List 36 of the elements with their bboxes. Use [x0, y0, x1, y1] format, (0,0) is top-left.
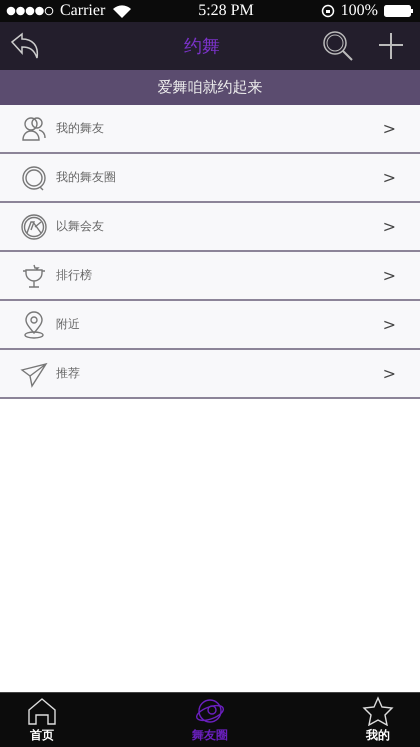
menu-label: 排行榜: [56, 267, 93, 284]
chevron: >: [382, 266, 396, 285]
star-icon: [362, 696, 394, 726]
home-icon: [26, 696, 58, 726]
menu-label: 推荐: [56, 365, 81, 382]
badge-icon: [20, 212, 48, 240]
add-icon[interactable]: [378, 32, 404, 60]
page-title: 约舞: [183, 35, 221, 58]
chevron: >: [382, 217, 396, 236]
menu-row[interactable]: 附近 >: [0, 301, 420, 350]
clock-time: 5:28 PM: [198, 2, 254, 20]
chevron: >: [382, 364, 396, 383]
menu-row[interactable]: 推荐 >: [0, 350, 420, 399]
people-icon: [20, 114, 48, 142]
menu-label: 附近: [56, 316, 81, 333]
battery-percent: 100%: [340, 2, 378, 20]
menu-row[interactable]: 我的舞友 >: [0, 105, 420, 154]
menu-row[interactable]: 以舞会友 >: [0, 203, 420, 252]
rotation-lock-icon: [320, 4, 335, 18]
tab-bar-item[interactable]: 首页: [14, 693, 70, 747]
menu-label: 以舞会友: [56, 218, 105, 235]
search-icon[interactable]: [322, 30, 354, 62]
chevron: >: [382, 168, 396, 187]
wifi-icon: [113, 4, 132, 18]
chat-bubble-icon: [20, 164, 48, 192]
signal-icon: [6, 6, 54, 16]
battery-icon: [384, 5, 414, 17]
slogan-banner: 爱舞咱就约起来: [0, 70, 420, 105]
menu-row[interactable]: 我的舞友圈 >: [0, 154, 420, 203]
chevron: >: [382, 119, 396, 138]
menu-row[interactable]: 排行榜 >: [0, 252, 420, 301]
menu-label: 我的舞友: [56, 120, 105, 137]
menu-label: 我的舞友圈: [56, 169, 117, 186]
carrier-name: Carrier: [60, 2, 106, 20]
chevron: >: [382, 315, 396, 334]
tab-bar-item[interactable]: 我的: [350, 693, 406, 747]
